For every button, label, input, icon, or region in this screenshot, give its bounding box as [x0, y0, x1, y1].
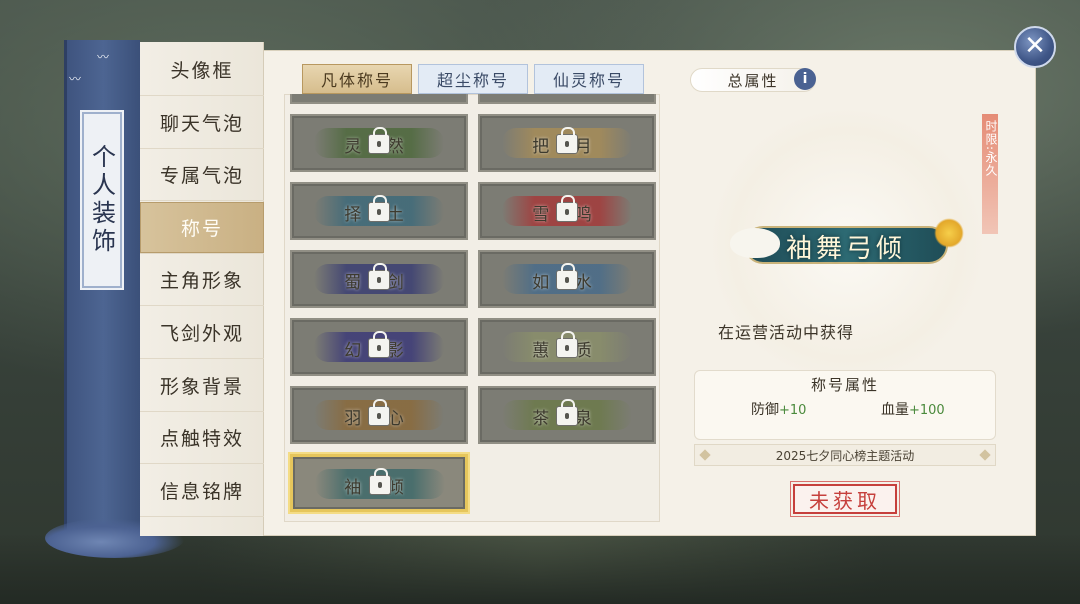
obtain-method: 在运营活动中获得 — [718, 323, 855, 342]
duration-tag: 时限:永久 — [982, 114, 998, 234]
tab[interactable]: 凡体称号 — [302, 64, 412, 94]
nav-item-label: 头像框 — [170, 60, 234, 82]
nav-item[interactable]: 主角形象 — [140, 254, 264, 307]
tab[interactable]: 超尘称号 — [418, 64, 528, 94]
nav-item[interactable]: 信息铭牌 — [140, 465, 264, 517]
info-icon[interactable]: i — [794, 68, 816, 90]
side-scroll-label: 个人装饰 — [80, 110, 124, 290]
stat-hp: 血量+100 — [881, 399, 945, 419]
category-nav: 头像框聊天气泡专属气泡称号主角形象飞剑外观形象背景点触特效信息铭牌 — [140, 42, 264, 536]
lock-icon — [369, 468, 391, 495]
nav-item[interactable]: 飞剑外观 — [140, 307, 264, 359]
close-icon: ✕ — [1024, 31, 1046, 61]
total-attributes-label: 总属性 — [727, 71, 779, 90]
nav-item[interactable]: 形象背景 — [140, 360, 264, 412]
lock-icon — [556, 399, 578, 426]
event-name: 2025七夕同心榜主题活动 — [775, 448, 915, 463]
title-card[interactable]: 雪 鸣 — [478, 182, 656, 240]
tab-label: 凡体称号 — [320, 71, 393, 90]
lock-icon — [556, 127, 578, 154]
rabbit-icon — [730, 228, 780, 258]
nav-item-label: 专属气泡 — [159, 165, 244, 188]
tab[interactable]: 仙灵称号 — [534, 64, 644, 94]
title-card[interactable]: 羽 心 — [290, 386, 468, 444]
duration-text: 时限:永久 — [984, 120, 998, 178]
close-button[interactable]: ✕ — [1014, 26, 1056, 68]
bird-icon: 〰 — [69, 72, 82, 86]
title-preview: 袖舞弓倾 — [726, 214, 966, 274]
stat-defense: 防御+10 — [751, 399, 806, 419]
event-source-bar: 2025七夕同心榜主题活动 — [694, 444, 996, 466]
lock-icon — [368, 399, 390, 426]
nav-item-label: 主角形象 — [159, 270, 244, 293]
nav-item-label: 称号 — [180, 217, 223, 240]
stat-value: +100 — [909, 403, 945, 418]
title-card[interactable]: 袖 倾 — [290, 454, 468, 512]
nav-item-label: 飞剑外观 — [159, 323, 244, 345]
bird-icon: 〰 — [97, 50, 110, 64]
lock-icon — [556, 195, 578, 222]
title-card-partial[interactable] — [290, 94, 468, 104]
nav-item[interactable]: 聊天气泡 — [140, 97, 264, 149]
status-stamp-text: 未获取 — [809, 488, 881, 513]
title-card-partial[interactable] — [478, 94, 656, 104]
lock-icon — [556, 331, 578, 358]
title-card[interactable]: 茶 泉 — [478, 386, 656, 444]
side-scroll-panel: 〰 〰 个人装饰 — [45, 40, 185, 558]
diamond-ornament — [699, 449, 711, 461]
lock-icon — [368, 263, 390, 290]
title-card[interactable]: 蕙 质 — [478, 318, 656, 376]
lock-icon — [368, 127, 390, 154]
nav-item-label: 聊天气泡 — [159, 112, 244, 135]
title-card[interactable]: 幻 影 — [290, 318, 468, 376]
title-preview-name: 袖舞弓倾 — [786, 234, 907, 264]
stat-name: 防御 — [751, 402, 779, 418]
flower-icon — [934, 218, 964, 248]
nav-item[interactable]: 头像框 — [140, 44, 264, 96]
nav-item-label: 形象背景 — [159, 375, 244, 398]
title-attributes-box: 称号属性 防御+10 血量+100 — [694, 370, 996, 440]
nav-item-label: 点触特效 — [159, 428, 244, 451]
tab-label: 超尘称号 — [436, 71, 509, 90]
title-card[interactable]: 把 月 — [478, 114, 656, 172]
title-card[interactable]: 蜀 剑 — [290, 250, 468, 308]
diamond-ornament — [979, 449, 991, 461]
stat-name: 血量 — [881, 402, 909, 418]
lock-icon — [368, 331, 390, 358]
stat-value: +10 — [779, 403, 807, 418]
side-scroll-label-text: 个人装饰 — [87, 144, 116, 256]
title-card[interactable]: 择 土 — [290, 182, 468, 240]
nav-item[interactable]: 专属气泡 — [140, 149, 264, 202]
lock-icon — [556, 263, 578, 290]
nav-item-label: 信息铭牌 — [159, 480, 244, 503]
status-stamp: 未获取 — [790, 481, 900, 517]
tab-label: 仙灵称号 — [552, 71, 625, 90]
lock-icon — [368, 195, 390, 222]
nav-item[interactable]: 称号 — [140, 201, 264, 254]
nav-item[interactable]: 点触特效 — [140, 412, 264, 465]
title-card[interactable]: 灵 然 — [290, 114, 468, 172]
title-attributes-heading: 称号属性 — [810, 376, 879, 394]
title-card[interactable]: 如 水 — [478, 250, 656, 308]
